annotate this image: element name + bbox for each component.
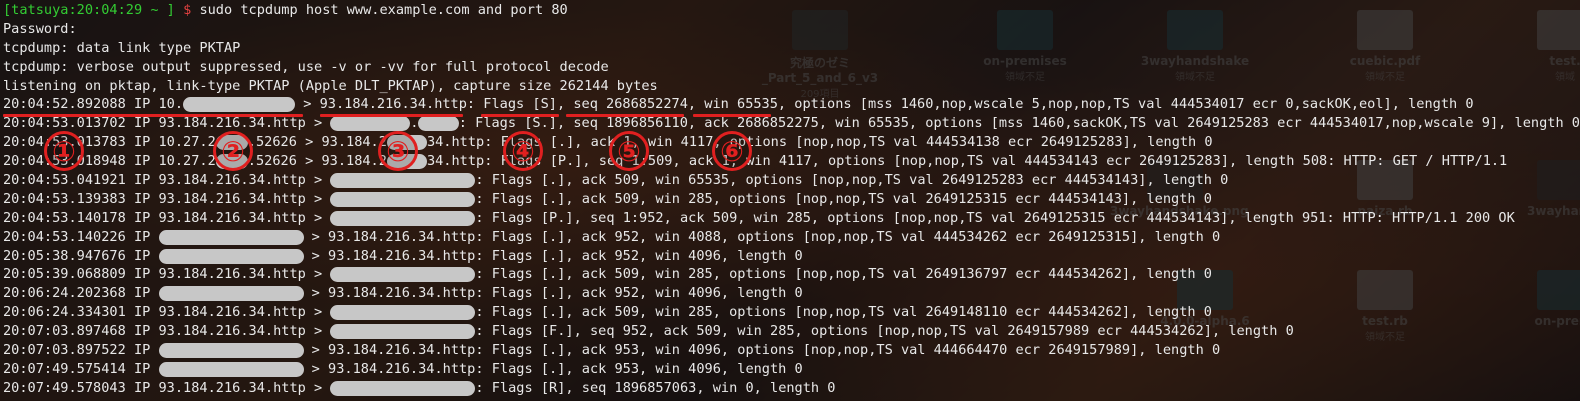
packet-line: 20:04:53.140226 IP > 93.184.216.34.http:… bbox=[3, 228, 1580, 247]
redacted-ip bbox=[183, 97, 296, 113]
packet-text: .52626 > 93.184.2 bbox=[247, 153, 387, 170]
packet-text: > 93.184.216.34.http: Flags [.], ack 952… bbox=[303, 247, 803, 264]
prompt-line: [tatsuya:20:04:29 ~ ] $ sudo tcpdump hos… bbox=[3, 1, 1580, 20]
packet-line: 20:07:49.575414 IP > 93.184.216.34.http:… bbox=[3, 360, 1580, 379]
header-line: tcpdump: data link type PKTAP bbox=[3, 39, 241, 56]
redacted-ip bbox=[330, 191, 476, 207]
packet-text: : Flags [P.], seq 1:952, ack 509, win 28… bbox=[475, 209, 1515, 226]
packet-line: 20:06:24.202368 IP > 93.184.216.34.http:… bbox=[3, 284, 1580, 303]
prompt-dollar: $ bbox=[183, 2, 192, 18]
packet-line: 20:04:53.013702 IP 93.184.216.34.http > … bbox=[3, 114, 1580, 133]
redacted-ip bbox=[330, 116, 411, 132]
header-line: listening on pktap, link-type PKTAP (App… bbox=[3, 77, 658, 94]
annotation-badge-2: ② bbox=[213, 131, 253, 171]
packet-text: 20:04:53.013783 IP 10.27.2 bbox=[3, 134, 216, 151]
packet-text: 20:06:24.334301 IP 93.184.216.34.http > bbox=[3, 304, 331, 321]
redacted-ip bbox=[330, 305, 476, 321]
packet-text: : Flags [F.], seq 952, ack 509, win 285,… bbox=[475, 323, 1294, 340]
annotation-badge-6: ⑥ bbox=[712, 131, 752, 171]
packet-text: > 93.184.216.34.http: Flags [S], seq 268… bbox=[295, 96, 1474, 113]
packet-line: 20:05:38.947676 IP > 93.184.216.34.http:… bbox=[3, 247, 1580, 266]
packet-line: 20:07:49.578043 IP 93.184.216.34.http > … bbox=[3, 379, 1580, 398]
redacted-ip bbox=[330, 267, 476, 283]
packet-text: . bbox=[410, 115, 419, 132]
command-text: sudo tcpdump host www.example.com and po… bbox=[199, 2, 568, 18]
redacted-ip bbox=[330, 210, 476, 226]
redacted-ip bbox=[418, 116, 459, 132]
terminal-output: [tatsuya:20:04:29 ~ ] $ sudo tcpdump hos… bbox=[3, 1, 1580, 398]
packet-text: : Flags [.], ack 509, win 65535, options… bbox=[475, 172, 1229, 189]
packet-text: : Flags [.], ack 509, win 285, options [… bbox=[475, 190, 1212, 207]
annotation-badge-5: ⑤ bbox=[609, 131, 649, 171]
annotation-badge-1: ① bbox=[44, 131, 84, 171]
packet-text: : Flags [R], seq 1896857063, win 0, leng… bbox=[475, 379, 836, 396]
annotation-badge-3: ③ bbox=[378, 131, 418, 171]
packet-text: > 93.184.216.34.http: Flags [.], ack 953… bbox=[303, 342, 1221, 359]
packet-text: 20:04:53.041921 IP 93.184.216.34.http > bbox=[3, 172, 331, 189]
packet-line: 20:06:24.334301 IP 93.184.216.34.http > … bbox=[3, 303, 1580, 322]
packet-line: 20:04:53.140178 IP 93.184.216.34.http > … bbox=[3, 209, 1580, 228]
packet-text: 34.http: Flags [P.], seq 1:509, ack 1, w… bbox=[426, 153, 1508, 170]
packet-text: .52626 > 93.184.2 bbox=[247, 134, 387, 151]
packet-text: 20:07:49.578043 IP 93.184.216.34.http > bbox=[3, 379, 331, 396]
packet-text: 20:04:52.892088 IP 10. bbox=[3, 96, 184, 113]
redacted-ip bbox=[330, 380, 476, 396]
packet-line: 20:07:03.897468 IP 93.184.216.34.http > … bbox=[3, 322, 1580, 341]
packet-text: 20:04:53.139383 IP 93.184.216.34.http > bbox=[3, 190, 331, 207]
annotation-badge-4: ④ bbox=[503, 131, 543, 171]
packet-line: 20:07:03.897522 IP > 93.184.216.34.http:… bbox=[3, 341, 1580, 360]
packet-text: 20:05:39.068809 IP 93.184.216.34.http > bbox=[3, 266, 331, 283]
redacted-ip bbox=[158, 361, 304, 377]
packet-text: : Flags [.], ack 509, win 285, options [… bbox=[475, 266, 1212, 283]
packet-text: 20:04:53.013702 IP 93.184.216.34.http > bbox=[3, 115, 331, 132]
packet-line: 20:04:53.139383 IP 93.184.216.34.http > … bbox=[3, 190, 1580, 209]
redacted-ip bbox=[158, 248, 304, 264]
annotation-underline bbox=[481, 114, 559, 117]
packet-text: 20:06:24.202368 IP bbox=[3, 285, 159, 302]
header-line: Password: bbox=[3, 20, 77, 37]
prompt-user: [tatsuya:20:04:29 ~ ] bbox=[3, 2, 175, 18]
packet-text: 20:07:03.897522 IP bbox=[3, 342, 159, 359]
packet-text: > 93.184.216.34.http: Flags [.], ack 952… bbox=[303, 285, 803, 302]
terminal-window[interactable]: [tatsuya:20:04:29 ~ ] $ sudo tcpdump hos… bbox=[0, 0, 1580, 401]
packet-line: 20:04:53.041921 IP 93.184.216.34.http > … bbox=[3, 171, 1580, 190]
header-line: tcpdump: verbose output suppressed, use … bbox=[3, 58, 609, 75]
packet-text: 20:04:53.018948 IP 10.27.2 bbox=[3, 153, 216, 170]
redacted-ip bbox=[158, 286, 304, 302]
packet-text: > 93.184.216.34.http: Flags [.], ack 953… bbox=[303, 360, 803, 377]
packet-text: 20:04:53.140226 IP bbox=[3, 228, 159, 245]
packet-text: 34.http: Flags [.], ack 1, win 4117, opt… bbox=[426, 134, 1213, 151]
packet-text: > 93.184.216.34.http: Flags [.], ack 952… bbox=[303, 228, 1221, 245]
packet-text: : Flags [.], ack 509, win 285, options [… bbox=[475, 304, 1212, 321]
annotation-underline bbox=[320, 114, 463, 117]
annotation-underline bbox=[566, 114, 684, 117]
packet-text: 20:07:49.575414 IP bbox=[3, 360, 159, 377]
packet-text: 20:05:38.947676 IP bbox=[3, 247, 159, 264]
packet-line: 20:04:52.892088 IP 10. > 93.184.216.34.h… bbox=[3, 95, 1580, 114]
redacted-ip bbox=[158, 342, 304, 358]
annotation-underline bbox=[693, 114, 771, 117]
packet-text: 20:04:53.140178 IP 93.184.216.34.http > bbox=[3, 209, 331, 226]
redacted-ip bbox=[158, 229, 304, 245]
redacted-ip bbox=[330, 324, 476, 340]
redacted-ip bbox=[330, 172, 476, 188]
annotation-underline bbox=[3, 114, 303, 117]
packet-text: 20:07:03.897468 IP 93.184.216.34.http > bbox=[3, 323, 331, 340]
packet-line: 20:05:39.068809 IP 93.184.216.34.http > … bbox=[3, 265, 1580, 284]
